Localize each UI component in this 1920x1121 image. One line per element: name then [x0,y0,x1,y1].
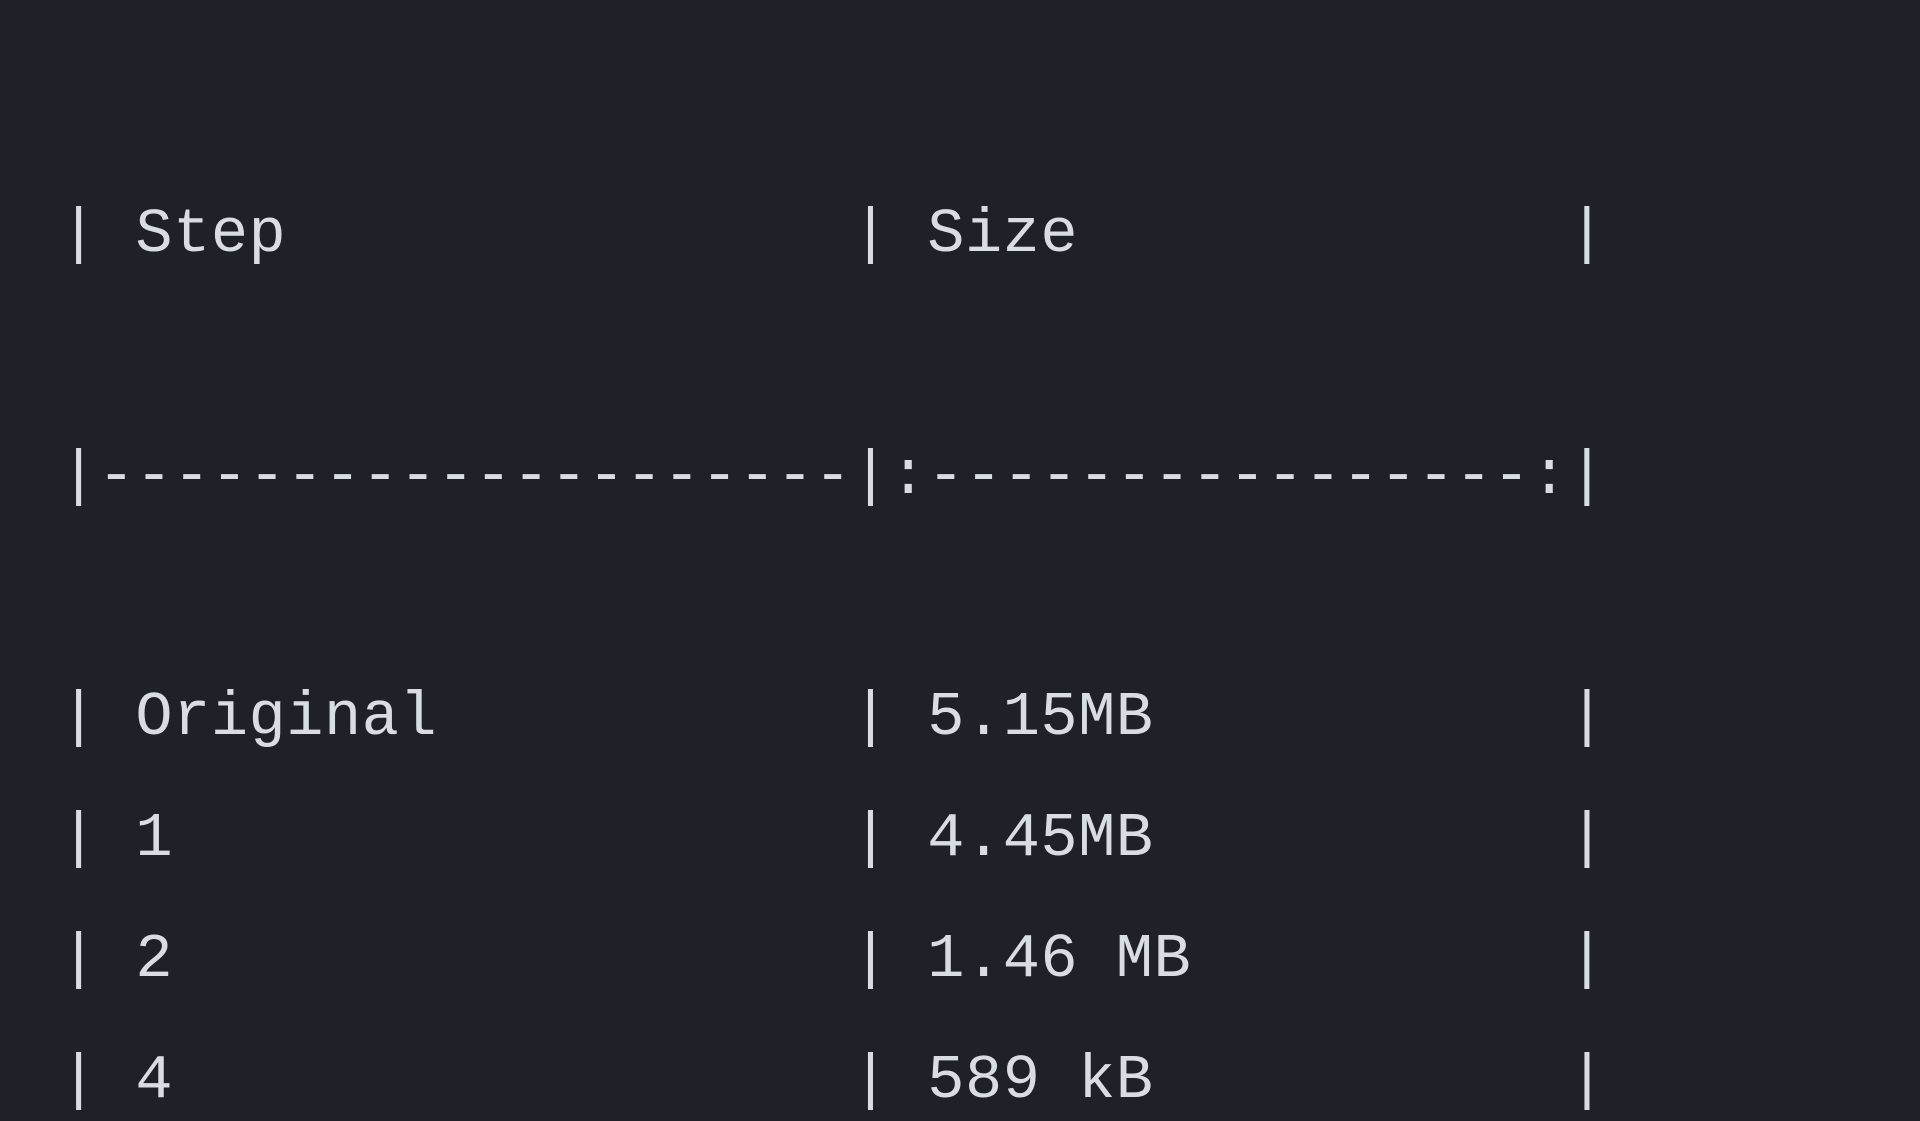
cell-step: Original [135,682,437,753]
divider-left: -------------------- [98,441,852,512]
cell-size-pad [1154,803,1569,874]
pipe-char: | [1568,1045,1606,1116]
cell-size-pad [1154,682,1569,753]
pipe-char: | [1568,682,1606,753]
pipe-char: | [852,803,927,874]
pipe-char: | [1568,441,1606,512]
divider-right: :----------------: [890,441,1569,512]
pipe-char: | [60,199,135,270]
header-size: Size [927,199,1078,270]
header-step-pad [286,199,852,270]
header-step: Step [135,199,286,270]
pipe-char: | [60,441,98,512]
cell-size-pad [1191,924,1568,995]
pipe-char: | [852,199,927,270]
pipe-char: | [60,803,135,874]
table-row: | Original | 5.15MB | [60,658,1860,779]
pipe-char: | [60,1045,135,1116]
cell-size: 5.15MB [927,682,1153,753]
pipe-char: | [60,682,135,753]
table-row: | 1 | 4.45MB | [60,779,1860,900]
header-size-pad [1078,199,1568,270]
pipe-char: | [852,682,927,753]
pipe-char: | [1568,803,1606,874]
markdown-table: | Step | Size | |--------------------|:-… [0,0,1920,1121]
pipe-char: | [852,924,927,995]
cell-size-pad [1154,1045,1569,1116]
table-divider-row: |--------------------|:----------------:… [60,417,1860,538]
pipe-char: | [852,441,890,512]
cell-step-pad [173,803,852,874]
pipe-char: | [60,924,135,995]
cell-size: 1.46 MB [927,924,1191,995]
cell-step-pad [437,682,852,753]
cell-step: 4 [135,1045,173,1116]
table-row: | 2 | 1.46 MB | [60,900,1860,1021]
cell-step-pad [173,924,852,995]
table-header-row: | Step | Size | [60,175,1860,296]
cell-step-pad [173,1045,852,1116]
cell-step: 2 [135,924,173,995]
pipe-char: | [852,1045,927,1116]
cell-size: 589 kB [927,1045,1153,1116]
cell-step: 1 [135,803,173,874]
pipe-char: | [1568,199,1606,270]
pipe-char: | [1568,924,1606,995]
table-row: | 4 | 589 kB | [60,1021,1860,1121]
cell-size: 4.45MB [927,803,1153,874]
